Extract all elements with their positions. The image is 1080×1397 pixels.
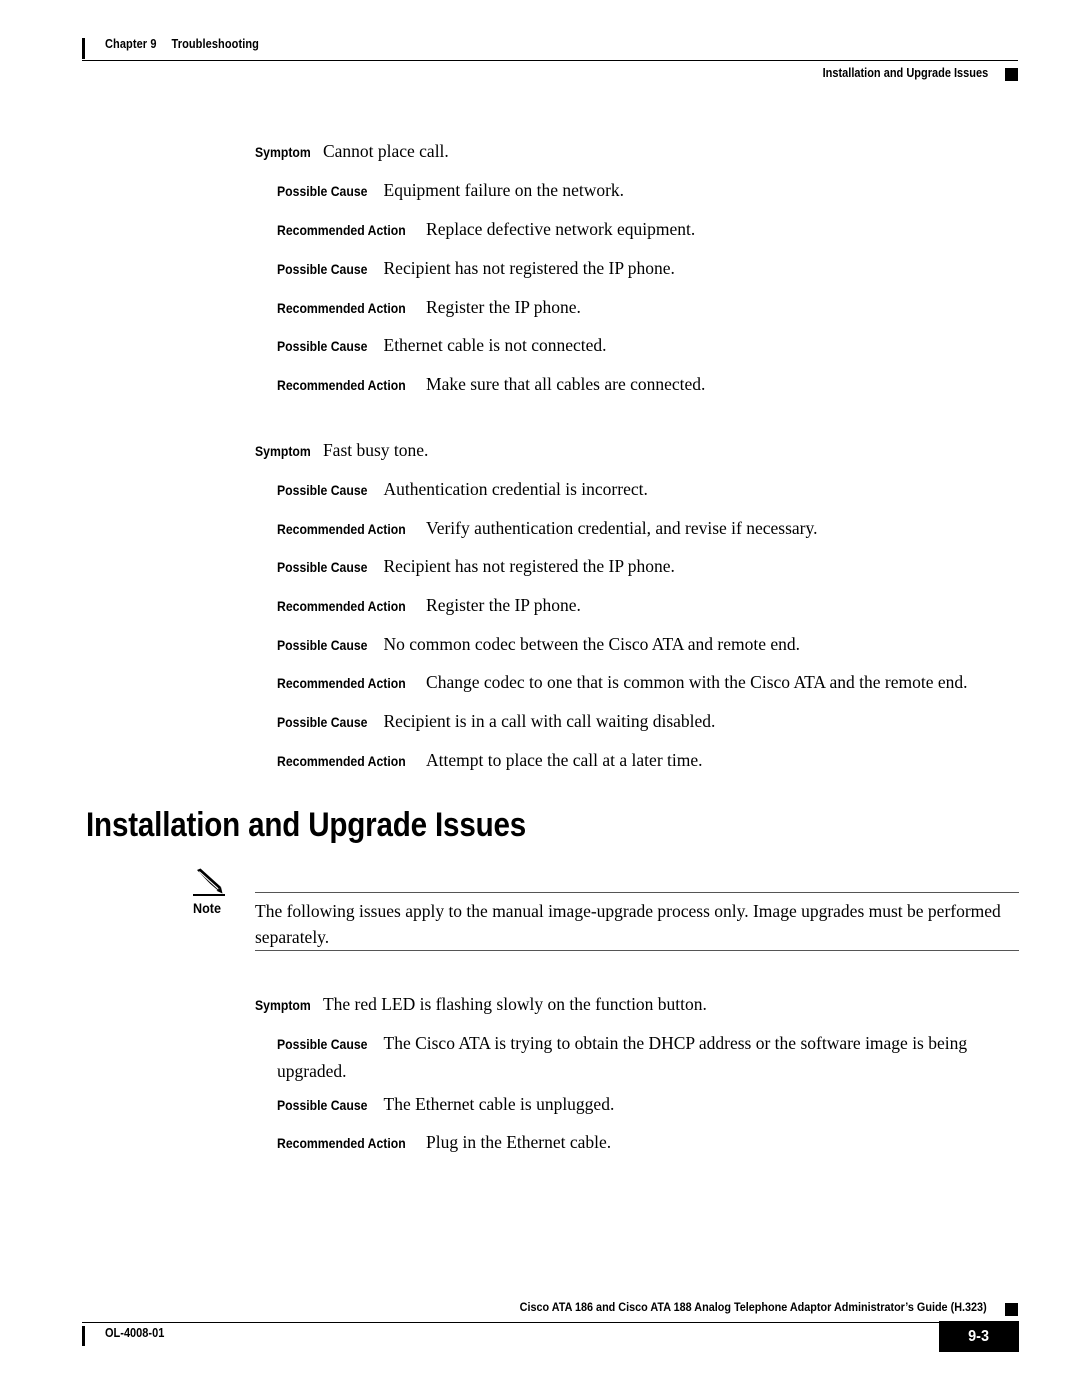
footer-rule: [82, 1322, 1018, 1323]
possible-cause-3-1: Possible Cause The Cisco ATA is trying to…: [277, 1030, 1017, 1084]
header-chapter-number: Chapter 9: [105, 37, 157, 51]
possible-cause-1-1: Possible Cause Equipment failure on the n…: [277, 177, 1017, 205]
note-label: Note: [193, 900, 222, 916]
header-running-head: Installation and Upgrade Issues: [822, 66, 988, 80]
recommended-action-label: Recommended Action: [277, 301, 406, 316]
page-number: 9-3: [968, 1328, 990, 1345]
symptom-label: Symptom: [255, 998, 311, 1013]
recommended-action-2-1: Recommended Action Verify authentication …: [277, 515, 1022, 543]
possible-cause-label: Possible Cause: [277, 560, 368, 575]
recommended-action-2-2: Recommended Action Register the IP phone.: [277, 592, 1017, 620]
possible-cause-text: No common codec between the Cisco ATA an…: [383, 634, 801, 654]
recommended-action-label: Recommended Action: [277, 599, 406, 614]
possible-cause-2-2: Possible Cause Recipient has not register…: [277, 553, 1017, 581]
recommended-action-text: Replace defective network equipment.: [426, 219, 696, 239]
possible-cause-label: Possible Cause: [277, 715, 368, 730]
symptom-text: The red LED is flashing slowly on the fu…: [322, 994, 707, 1014]
possible-cause-label: Possible Cause: [277, 184, 368, 199]
page-title: Installation and Upgrade Issues: [86, 806, 527, 844]
recommended-action-3-1: Recommended Action Plug in the Ethernet c…: [277, 1129, 1017, 1157]
possible-cause-text: Recipient is in a call with call waiting…: [383, 711, 716, 731]
note-icon-underline: [193, 894, 225, 896]
recommended-action-label: Recommended Action: [277, 378, 406, 393]
symptom-text: Fast busy tone.: [322, 440, 429, 460]
footer-tick-mark: [82, 1326, 85, 1346]
possible-cause-1-2: Possible Cause Recipient has not register…: [277, 255, 1017, 283]
recommended-action-1-2: Recommended Action Register the IP phone.: [277, 294, 1017, 322]
recommended-action-2-4: Recommended Action Attempt to place the c…: [277, 747, 1017, 775]
recommended-action-2-3: Recommended Action Change codec to one th…: [277, 669, 1022, 697]
possible-cause-2-3: Possible Cause No common codec between th…: [277, 631, 1017, 659]
possible-cause-text: Recipient has not registered the IP phon…: [383, 556, 675, 576]
recommended-action-text: Make sure that all cables are connected.: [426, 374, 706, 394]
recommended-action-text: Verify authentication credential, and re…: [426, 518, 818, 538]
pencil-icon: [195, 868, 229, 894]
symptom-entry-3: Symptom The red LED is flashing slowly on…: [255, 991, 1015, 1019]
possible-cause-text: The Cisco ATA is trying to obtain the DH…: [277, 1033, 968, 1081]
recommended-action-1-3: Recommended Action Make sure that all cab…: [277, 371, 1017, 399]
possible-cause-text: Authentication credential is incorrect.: [383, 479, 648, 499]
note-text: The following issues apply to the manual…: [255, 901, 1001, 947]
page-footer: Cisco ATA 186 and Cisco ATA 188 Analog T…: [82, 1300, 1019, 1362]
note-rule-top: [255, 892, 1019, 893]
possible-cause-label: Possible Cause: [277, 339, 368, 354]
header-square-marker: [1005, 68, 1018, 81]
possible-cause-label: Possible Cause: [277, 1037, 368, 1052]
footer-guide-title: Cisco ATA 186 and Cisco ATA 188 Analog T…: [520, 1300, 987, 1314]
symptom-entry-1: Symptom Cannot place call.: [255, 138, 1015, 166]
footer-square-marker: [1005, 1303, 1018, 1316]
symptom-label: Symptom: [255, 145, 311, 160]
page-number-box: 9-3: [939, 1321, 1019, 1352]
recommended-action-text: Plug in the Ethernet cable.: [426, 1132, 612, 1152]
footer-document-id: OL-4008-01: [105, 1326, 165, 1340]
header-tick-mark: [82, 38, 85, 59]
header-rule: [82, 60, 1018, 61]
possible-cause-3-2: Possible Cause The Ethernet cable is unpl…: [277, 1091, 1017, 1119]
possible-cause-label: Possible Cause: [277, 262, 368, 277]
recommended-action-label: Recommended Action: [277, 676, 406, 691]
note-rule-bottom: [255, 950, 1019, 951]
recommended-action-text: Change codec to one that is common with …: [426, 672, 968, 692]
possible-cause-label: Possible Cause: [277, 1098, 368, 1113]
possible-cause-text: Equipment failure on the network.: [383, 180, 625, 200]
recommended-action-label: Recommended Action: [277, 223, 406, 238]
possible-cause-1-3: Possible Cause Ethernet cable is not conn…: [277, 332, 1017, 360]
document-page: Chapter 9 Troubleshooting Installation an…: [0, 0, 1080, 1397]
recommended-action-text: Attempt to place the call at a later tim…: [426, 750, 703, 770]
symptom-label: Symptom: [255, 444, 311, 459]
recommended-action-label: Recommended Action: [277, 754, 406, 769]
possible-cause-text: Ethernet cable is not connected.: [383, 335, 607, 355]
recommended-action-text: Register the IP phone.: [426, 297, 581, 317]
page-header: Chapter 9 Troubleshooting Installation an…: [82, 30, 1018, 88]
possible-cause-label: Possible Cause: [277, 638, 368, 653]
recommended-action-label: Recommended Action: [277, 1136, 406, 1151]
possible-cause-label: Possible Cause: [277, 483, 368, 498]
recommended-action-1-1: Recommended Action Replace defective netw…: [277, 216, 1017, 244]
recommended-action-label: Recommended Action: [277, 522, 406, 537]
possible-cause-text: The Ethernet cable is unplugged.: [383, 1094, 615, 1114]
symptom-entry-2: Symptom Fast busy tone.: [255, 437, 1015, 465]
possible-cause-2-4: Possible Cause Recipient is in a call wit…: [277, 708, 1017, 736]
header-chapter-title: Troubleshooting: [171, 37, 259, 51]
header-chapter-label: Chapter 9 Troubleshooting: [105, 37, 259, 51]
symptom-text: Cannot place call.: [322, 141, 449, 161]
recommended-action-text: Register the IP phone.: [426, 595, 581, 615]
possible-cause-text: Recipient has not registered the IP phon…: [383, 258, 675, 278]
possible-cause-2-1: Possible Cause Authentication credential …: [277, 476, 1017, 504]
